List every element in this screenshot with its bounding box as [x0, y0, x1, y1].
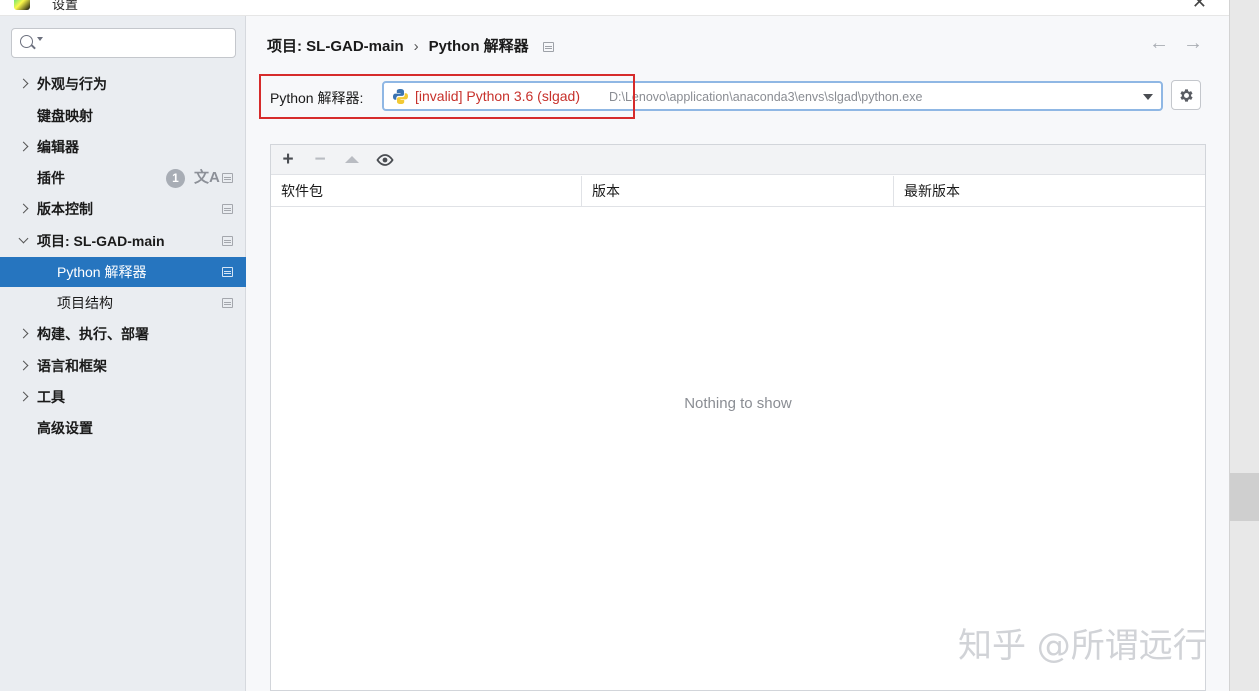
- sidebar-item-vcs[interactable]: 版本控制: [0, 194, 246, 224]
- sidebar-item-label: 高级设置: [37, 420, 93, 436]
- breadcrumb-separator: ›: [413, 38, 419, 55]
- project-scope-icon: [222, 298, 233, 308]
- sidebar-item-label: 外观与行为: [37, 76, 107, 92]
- interpreter-settings-button[interactable]: [1171, 80, 1201, 110]
- search-icon: [20, 35, 33, 48]
- project-scope-icon: [222, 204, 233, 214]
- packages-table-header: 软件包 版本 最新版本: [271, 176, 1205, 207]
- chevron-right-icon[interactable]: [18, 194, 30, 224]
- interpreter-row: Python 解释器: [invalid] Python 3.6 (slgad)…: [247, 74, 1229, 120]
- upgrade-package-button[interactable]: [341, 150, 363, 170]
- sidebar-item-label: 项目: SL-GAD-main: [37, 233, 165, 249]
- sidebar-item-label: 项目结构: [57, 295, 113, 311]
- chevron-right-icon[interactable]: [18, 69, 30, 99]
- remove-package-button[interactable]: −: [309, 150, 331, 170]
- chevron-right-icon[interactable]: [18, 382, 30, 412]
- gear-icon: [1180, 89, 1193, 102]
- settings-window: 设置 ✕ 外观与行为 键盘映射 编辑器 插件 1 文A 版本控制 项目: SL-…: [0, 0, 1229, 691]
- breadcrumb-project[interactable]: 项目: SL-GAD-main: [267, 38, 404, 55]
- sidebar-item-label: 插件: [37, 170, 65, 186]
- sidebar-item-build-execution-deployment[interactable]: 构建、执行、部署: [0, 319, 246, 349]
- project-scope-icon: [222, 173, 233, 183]
- forward-arrow-icon[interactable]: →: [1183, 32, 1203, 55]
- back-arrow-icon[interactable]: ←: [1149, 32, 1169, 55]
- sidebar-item-appearance[interactable]: 外观与行为: [0, 69, 246, 99]
- sidebar-item-label: 构建、执行、部署: [37, 326, 149, 342]
- sidebar-item-label: 工具: [37, 389, 65, 405]
- sidebar-item-label: 语言和框架: [37, 358, 107, 374]
- empty-state-text: Nothing to show: [684, 395, 792, 412]
- update-count-badge: 1: [166, 169, 185, 188]
- packages-toolbar: + −: [271, 145, 1205, 175]
- project-scope-icon: [222, 236, 233, 246]
- sidebar-item-tools[interactable]: 工具: [0, 382, 246, 412]
- annotation-highlight-box: [259, 74, 635, 119]
- close-icon[interactable]: ✕: [1192, 0, 1207, 13]
- search-input[interactable]: [11, 28, 236, 58]
- column-header-latest-version[interactable]: 最新版本: [894, 176, 1205, 207]
- interpreter-path: D:\Lenovo\application\anaconda3\envs\slg…: [609, 90, 923, 104]
- sidebar-item-project[interactable]: 项目: SL-GAD-main: [0, 226, 246, 256]
- upgrade-arrow-icon: [345, 156, 359, 163]
- sidebar-item-label: 键盘映射: [37, 108, 93, 124]
- column-header-package[interactable]: 软件包: [271, 176, 582, 207]
- sidebar-item-label: Python 解释器: [57, 264, 147, 280]
- sidebar-item-label: 编辑器: [37, 139, 79, 155]
- chevron-right-icon[interactable]: [18, 351, 30, 381]
- chevron-down-icon[interactable]: [1143, 94, 1153, 100]
- settings-sidebar: 外观与行为 键盘映射 编辑器 插件 1 文A 版本控制 项目: SL-GAD-m…: [0, 16, 246, 691]
- sidebar-item-languages-frameworks[interactable]: 语言和框架: [0, 351, 246, 381]
- packages-panel: + − 软件包 版本 最新版本 Nothing to show: [270, 144, 1206, 691]
- translate-icon: 文A: [194, 169, 220, 186]
- project-scope-icon: [542, 42, 554, 53]
- sidebar-item-plugins[interactable]: 插件 1 文A: [0, 163, 246, 193]
- window-title: 设置: [52, 0, 79, 12]
- chevron-right-icon[interactable]: [18, 319, 30, 349]
- column-header-version[interactable]: 版本: [582, 176, 894, 207]
- breadcrumb-page: Python 解释器: [428, 38, 529, 55]
- watermark: 知乎 @所谓远行: [958, 626, 1207, 666]
- sidebar-item-keymap[interactable]: 键盘映射: [0, 101, 246, 131]
- title-bar: 设置 ✕: [0, 0, 1229, 16]
- sidebar-item-editor[interactable]: 编辑器: [0, 132, 246, 162]
- show-early-releases-button[interactable]: [374, 150, 396, 170]
- sidebar-item-label: 版本控制: [37, 201, 93, 217]
- sidebar-item-project-structure[interactable]: 项目结构: [0, 288, 246, 318]
- eye-icon: [376, 154, 394, 166]
- background-window-strip: [1230, 0, 1259, 691]
- background-shade: [1230, 473, 1259, 521]
- chevron-down-icon[interactable]: [18, 226, 30, 256]
- settings-content: 项目: SL-GAD-main › Python 解释器 ← → Python 解释…: [247, 16, 1229, 691]
- project-scope-icon: [222, 267, 233, 277]
- sidebar-item-advanced-settings[interactable]: 高级设置: [0, 413, 246, 443]
- add-package-button[interactable]: +: [277, 150, 299, 170]
- chevron-right-icon[interactable]: [18, 132, 30, 162]
- breadcrumb: 项目: SL-GAD-main › Python 解释器: [267, 35, 554, 56]
- sidebar-item-python-interpreter[interactable]: Python 解释器: [0, 257, 246, 287]
- search-options-chevron-icon[interactable]: [37, 37, 43, 41]
- app-logo-icon: [14, 0, 30, 10]
